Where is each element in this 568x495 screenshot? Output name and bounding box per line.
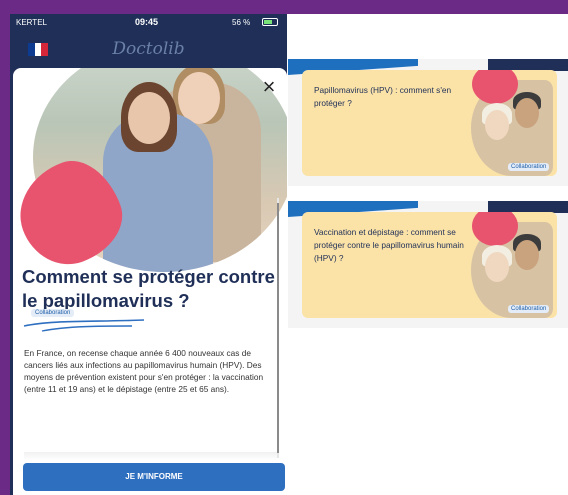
battery-icon	[262, 18, 278, 26]
article-sheet: × Comment se protéger contre le papillom…	[13, 68, 287, 495]
clock: 09:45	[135, 17, 159, 27]
card-title: Papillomavirus (HPV) : comment s'en prot…	[314, 85, 452, 108]
phone-screenshot: KERTEL 09:45 56 % Doctolib × Comment se …	[10, 14, 287, 495]
carrier-label: KERTEL	[16, 18, 47, 27]
article-card-1[interactable]: Papillomavirus (HPV) : comment s'en prot…	[288, 59, 568, 186]
app-logo: Doctolib	[112, 39, 185, 59]
article-body: En France, on recense chaque année 6 400…	[24, 348, 264, 394]
article-card-2[interactable]: Vaccination et dépistage : comment se pr…	[288, 201, 568, 328]
card-collaboration-tag: Collaboration	[508, 163, 550, 171]
article-title: Comment se protéger contre le papillomav…	[22, 266, 275, 311]
status-bar: KERTEL 09:45 56 %	[10, 14, 287, 32]
scrollbar-thumb[interactable]	[277, 203, 279, 453]
app-header: Doctolib	[10, 32, 287, 68]
card-panel: Vaccination et dépistage : comment se pr…	[302, 212, 557, 318]
divider	[24, 452, 277, 460]
card-title: Vaccination et dépistage : comment se pr…	[314, 227, 464, 263]
close-icon[interactable]: ×	[258, 76, 280, 98]
info-button[interactable]: JE M'INFORME	[23, 463, 285, 491]
card-collaboration-tag: Collaboration	[508, 305, 550, 313]
title-underline	[23, 319, 145, 332]
battery-percent: 56 %	[232, 18, 251, 27]
card-panel: Papillomavirus (HPV) : comment s'en prot…	[302, 70, 557, 176]
